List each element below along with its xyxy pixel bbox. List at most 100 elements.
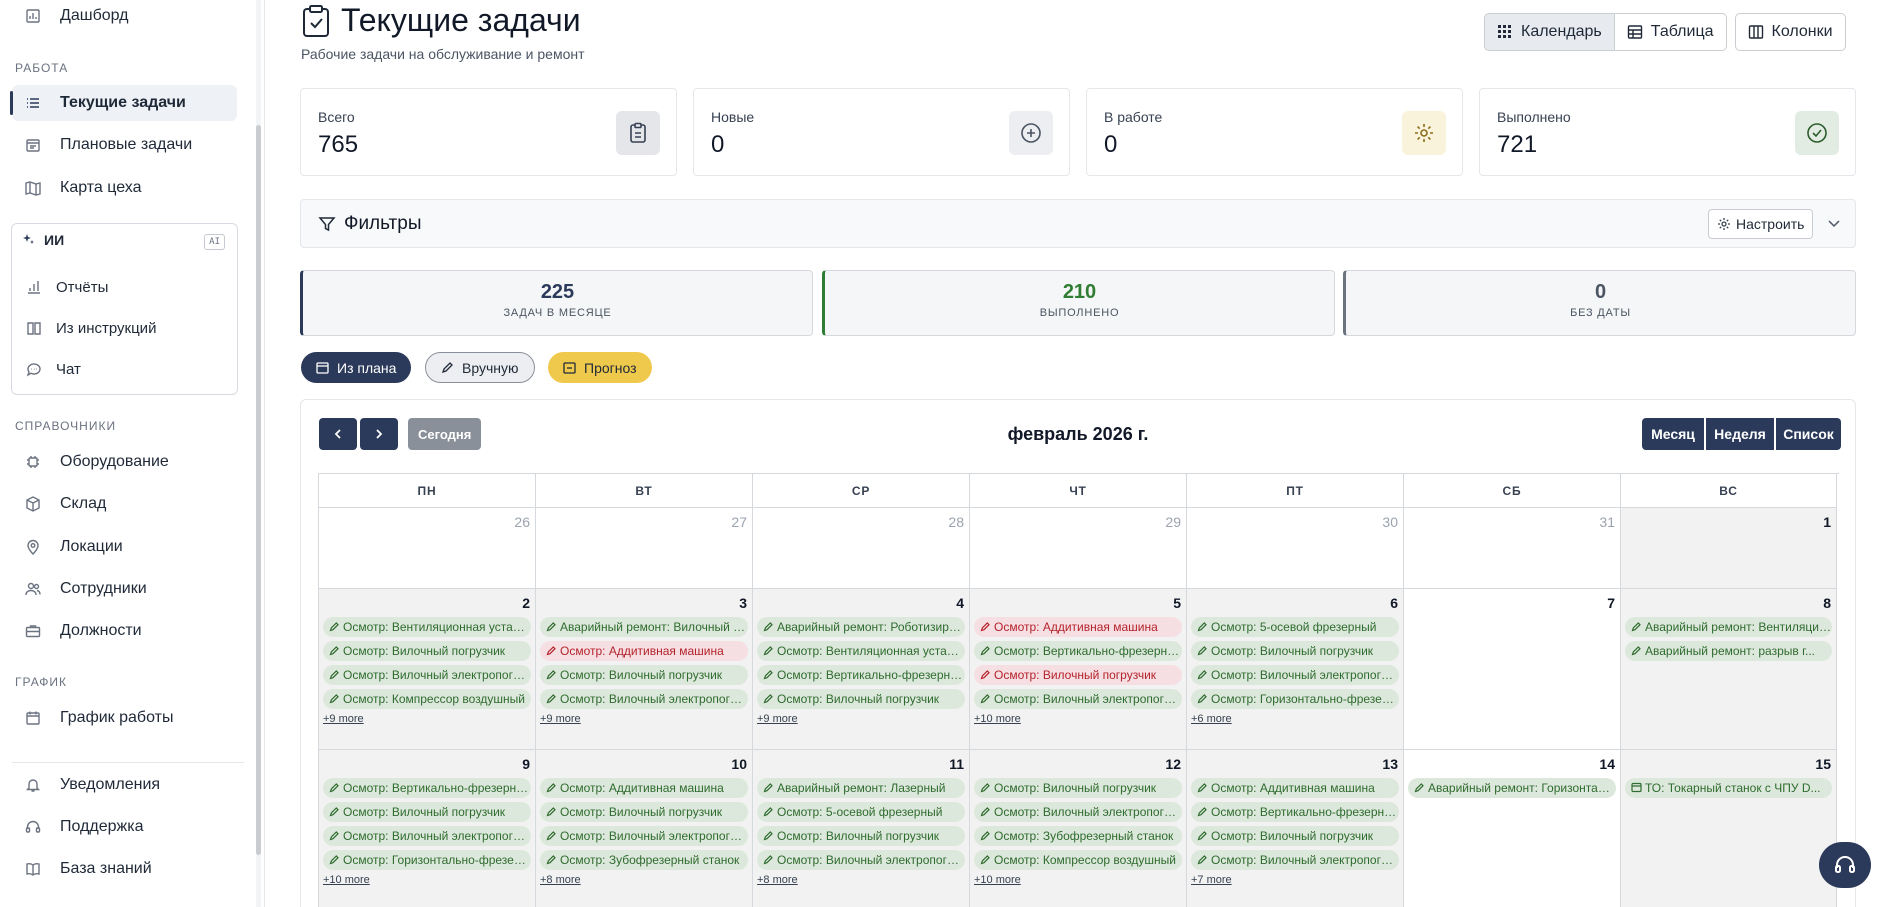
day-cell[interactable]: 12 Осмотр: Вилочный погрузчик Осмотр: Вило… <box>970 750 1187 907</box>
legend-manual-chip[interactable]: Вручную <box>425 352 535 383</box>
range-list-button[interactable]: Список <box>1776 418 1841 450</box>
day-cell[interactable]: 30 <box>1187 508 1404 589</box>
day-cell[interactable]: 8 Аварийный ремонт: Вентиляционная Аварийн… <box>1621 589 1837 750</box>
calendar-event[interactable]: Осмотр: Вилочный погрузчик <box>1191 826 1399 846</box>
day-cell[interactable]: 4 Аварийный ремонт: Роботизированный Осмот… <box>753 589 970 750</box>
calendar-event[interactable]: Осмотр: 5-осевой фрезерный <box>1191 617 1399 637</box>
calendar-event[interactable]: Осмотр: Вилочный погрузчик <box>1191 641 1399 661</box>
sidebar-item-employees[interactable]: Сотрудники <box>12 571 237 607</box>
sidebar-item-current-tasks[interactable]: Текущие задачи <box>10 85 237 121</box>
sidebar-item-knowledge-base[interactable]: База знаний <box>12 851 237 887</box>
view-columns-button[interactable]: Колонки <box>1734 13 1846 51</box>
day-cell[interactable]: 5 Осмотр: Аддитивная машина Осмотр: Вертик… <box>970 589 1187 750</box>
calendar-event[interactable]: Аварийный ремонт: разрыв г... <box>1625 641 1832 661</box>
more-events-link[interactable]: +8 more <box>757 874 798 886</box>
day-cell[interactable]: 11 Аварийный ремонт: Лазерный Осмотр: 5-ос… <box>753 750 970 907</box>
calendar-event[interactable]: Осмотр: Зубофрезерный станок <box>974 826 1182 846</box>
calendar-event[interactable]: Осмотр: Вилочный погрузчик <box>323 802 531 822</box>
more-events-link[interactable]: +10 more <box>323 874 370 886</box>
ai-item-from-instructions[interactable]: Из инструкций <box>26 313 156 343</box>
calendar-event[interactable]: Осмотр: 5-осевой фрезерный <box>757 802 965 822</box>
more-events-link[interactable]: +10 more <box>974 713 1021 725</box>
more-events-link[interactable]: +9 more <box>757 713 798 725</box>
calendar-event[interactable]: Осмотр: Горизонтально-фрезерный <box>1191 689 1399 709</box>
calendar-event[interactable]: Осмотр: Вилочный погрузчик <box>540 665 748 685</box>
calendar-event[interactable]: Осмотр: Горизонтально-фрезерный <box>323 850 531 870</box>
sidebar-item-dashboard[interactable]: Дашборд <box>12 0 237 34</box>
calendar-event[interactable]: Осмотр: Вилочный электропогрузчик <box>323 826 531 846</box>
calendar-event[interactable]: Аварийный ремонт: Вентиляционная <box>1625 617 1832 637</box>
day-cell[interactable]: 28 <box>753 508 970 589</box>
sidebar-item-equipment[interactable]: Оборудование <box>12 444 237 480</box>
calendar-event[interactable]: Осмотр: Компрессор воздушный <box>323 689 531 709</box>
filters-panel[interactable]: Фильтры Настроить <box>300 199 1856 248</box>
sidebar-item-support[interactable]: Поддержка <box>12 809 237 845</box>
day-cell[interactable]: 7 <box>1404 589 1621 750</box>
legend-plan-chip[interactable]: Из плана <box>301 352 412 383</box>
more-events-link[interactable]: +6 more <box>1191 713 1232 725</box>
view-calendar-button[interactable]: Календарь <box>1484 13 1615 51</box>
day-cell[interactable]: 15 ТО: Токарный станок с ЧПУ D... <box>1621 750 1837 907</box>
more-events-link[interactable]: +9 more <box>323 713 364 725</box>
day-cell[interactable]: 10 Осмотр: Аддитивная машина Осмотр: Вилоч… <box>536 750 753 907</box>
day-cell[interactable]: 9 Осмотр: Вертикально-фрезерный Осмотр: Ви… <box>319 750 536 907</box>
day-cell[interactable]: 26 <box>319 508 536 589</box>
calendar-event[interactable]: Осмотр: Вертикально-фрезерный <box>757 665 965 685</box>
sidebar-item-warehouse[interactable]: Склад <box>12 486 237 522</box>
range-month-button[interactable]: Месяц <box>1642 418 1704 450</box>
sidebar-item-notifications[interactable]: Уведомления <box>12 767 237 803</box>
day-cell[interactable]: 6 Осмотр: 5-осевой фрезерный Осмотр: Вилоч… <box>1187 589 1404 750</box>
configure-filters-button[interactable]: Настроить <box>1708 209 1814 239</box>
day-cell[interactable]: 14 Аварийный ремонт: Горизонтально <box>1404 750 1621 907</box>
help-chat-button[interactable] <box>1819 842 1871 888</box>
calendar-event[interactable]: Осмотр: Вертикально-фрезерный <box>1191 802 1399 822</box>
calendar-event[interactable]: Осмотр: Аддитивная машина <box>540 641 748 661</box>
day-cell[interactable]: 13 Осмотр: Аддитивная машина Осмотр: Верти… <box>1187 750 1404 907</box>
more-events-link[interactable]: +8 more <box>540 874 581 886</box>
calendar-event[interactable]: Осмотр: Вертикально-фрезерный <box>323 778 531 798</box>
calendar-event[interactable]: Осмотр: Вилочный погрузчик <box>974 665 1182 685</box>
sidebar-item-shop-map[interactable]: Карта цеха <box>12 170 237 206</box>
calendar-event[interactable]: Осмотр: Вилочный электропогрузчик <box>323 665 531 685</box>
ai-item-chat[interactable]: Чат <box>26 354 81 384</box>
calendar-event[interactable]: Осмотр: Аддитивная машина <box>974 617 1182 637</box>
chevron-down-icon[interactable] <box>1825 214 1843 232</box>
day-cell[interactable]: 29 <box>970 508 1187 589</box>
calendar-event[interactable]: Аварийный ремонт: Вилочный погрузчик <box>540 617 748 637</box>
view-table-button[interactable]: Таблица <box>1614 13 1727 51</box>
day-cell[interactable]: 31 <box>1404 508 1621 589</box>
calendar-event[interactable]: Осмотр: Вилочный электропогрузчик <box>1191 665 1399 685</box>
calendar-event[interactable]: Аварийный ремонт: Горизонтально <box>1408 778 1616 798</box>
calendar-event[interactable]: Осмотр: Вилочный погрузчик <box>757 689 965 709</box>
sidebar-item-planned-tasks[interactable]: Плановые задачи <box>12 127 237 163</box>
calendar-event[interactable]: Осмотр: Вилочный погрузчик <box>540 802 748 822</box>
day-cell[interactable]: 3 Аварийный ремонт: Вилочный погрузчик Осм… <box>536 589 753 750</box>
calendar-event[interactable]: Осмотр: Зубофрезерный станок <box>540 850 748 870</box>
more-events-link[interactable]: +10 more <box>974 874 1021 886</box>
more-events-link[interactable]: +7 more <box>1191 874 1232 886</box>
calendar-event[interactable]: Аварийный ремонт: Роботизированный <box>757 617 965 637</box>
calendar-event[interactable]: Осмотр: Вертикально-фрезерный <box>974 641 1182 661</box>
calendar-event[interactable]: Осмотр: Вилочный погрузчик <box>974 778 1182 798</box>
calendar-event[interactable]: Осмотр: Вилочный электропогрузчик <box>1191 850 1399 870</box>
calendar-event[interactable]: Осмотр: Вилочный погрузчик <box>757 826 965 846</box>
ai-item-reports[interactable]: Отчёты <box>26 272 108 302</box>
legend-forecast-chip[interactable]: Прогноз <box>548 352 652 383</box>
calendar-event[interactable]: Осмотр: Аддитивная машина <box>540 778 748 798</box>
day-cell[interactable]: 27 <box>536 508 753 589</box>
sidebar-scrollbar-thumb[interactable] <box>256 125 261 855</box>
calendar-event[interactable]: Осмотр: Вилочный погрузчик <box>323 641 531 661</box>
day-cell[interactable]: 2 Осмотр: Вентиляционная установка Осмотр:… <box>319 589 536 750</box>
calendar-event[interactable]: Осмотр: Вилочный электропогрузчик <box>974 802 1182 822</box>
calendar-event[interactable]: Осмотр: Вентиляционная установка <box>323 617 531 637</box>
day-cell[interactable]: 1 <box>1621 508 1837 589</box>
sidebar-item-positions[interactable]: Должности <box>12 613 237 649</box>
calendar-event[interactable]: Осмотр: Компрессор воздушный <box>974 850 1182 870</box>
range-week-button[interactable]: Неделя <box>1706 418 1774 450</box>
calendar-event[interactable]: Осмотр: Вилочный электропогрузчик <box>974 689 1182 709</box>
sidebar-item-locations[interactable]: Локации <box>12 529 237 565</box>
more-events-link[interactable]: +9 more <box>540 713 581 725</box>
calendar-event[interactable]: ТО: Токарный станок с ЧПУ D... <box>1625 778 1832 798</box>
sidebar-item-work-schedule[interactable]: График работы <box>12 700 237 736</box>
calendar-event[interactable]: Осмотр: Вилочный электропогрузчик <box>757 850 965 870</box>
